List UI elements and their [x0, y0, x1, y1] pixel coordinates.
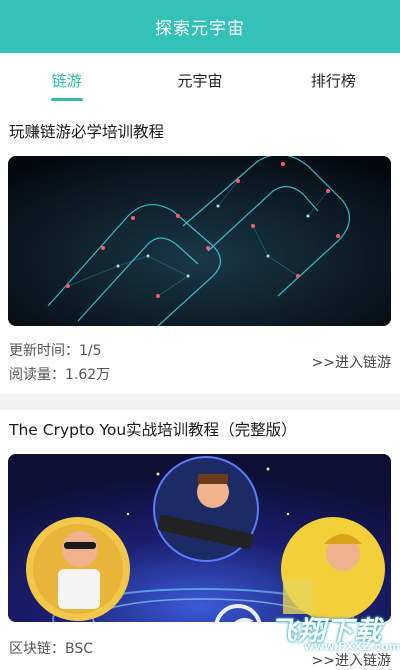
- read-count: 阅读量：1.62万: [9, 364, 110, 384]
- page-title: 探索元宇宙: [155, 19, 245, 39]
- active-tab-indicator: [50, 98, 83, 101]
- meta-label: 区块链：: [9, 641, 65, 657]
- tab-metaverse[interactable]: 元宇宙: [133, 53, 266, 107]
- blockchain-info: 区块链：BSC: [9, 638, 93, 658]
- meta-value: BSC: [65, 641, 94, 657]
- site-watermark: 飞翔下载 www.FXXZ.com: [212, 600, 400, 656]
- chain-illustration: [8, 156, 391, 326]
- meta-value: 1/5: [79, 343, 102, 359]
- tab-ranking[interactable]: 排行榜: [267, 53, 400, 107]
- watermark-logo-icon: [214, 604, 262, 652]
- app-header: 探索元宇宙: [0, 0, 400, 53]
- enter-game-link[interactable]: >>进入链游: [312, 352, 391, 372]
- meta-label: 更新时间：: [9, 343, 79, 359]
- watermark-url: www.FXXZ.com: [304, 640, 400, 653]
- tab-chain-games[interactable]: 链游: [0, 53, 133, 107]
- tab-bar: 链游 元宇宙 排行榜: [0, 53, 400, 107]
- card-thumbnail-crypto-you[interactable]: [8, 454, 391, 622]
- card-separator: [0, 394, 400, 410]
- game-illustration: [8, 454, 391, 622]
- card-title[interactable]: 玩赚链游必学培训教程: [9, 120, 391, 142]
- update-time: 更新时间：1/5: [9, 340, 102, 360]
- tab-label: 链游: [51, 71, 82, 90]
- card-title[interactable]: The Crypto You实战培训教程（完整版）: [9, 418, 391, 440]
- tab-label: 元宇宙: [177, 71, 223, 90]
- meta-value: 1.62万: [65, 367, 111, 383]
- article-card[interactable]: 玩赚链游必学培训教程 更新时间：1/5 阅读量：1.62万 >>进入链游: [0, 112, 400, 394]
- meta-label: 阅读量：: [9, 367, 65, 383]
- tab-label: 排行榜: [310, 71, 356, 90]
- card-thumbnail-blockchain-chain[interactable]: [8, 156, 391, 326]
